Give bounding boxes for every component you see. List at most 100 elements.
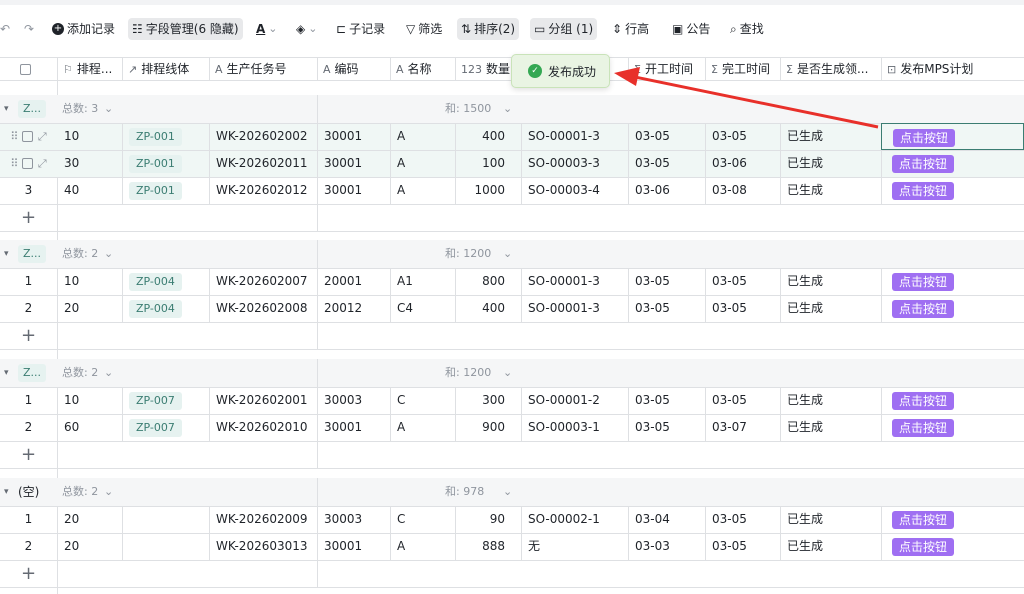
- cell-name: A: [397, 539, 406, 553]
- group-toggle[interactable]: ▾: [4, 364, 9, 382]
- chevron-down-icon: ⌄: [308, 22, 318, 35]
- publish-mps-button[interactable]: 点击按钮: [892, 299, 955, 318]
- row-checkbox[interactable]: [21, 158, 33, 169]
- column-header[interactable]: A 生产任务号: [209, 58, 317, 80]
- cell-btn[interactable]: 点击按钮: [881, 387, 1024, 414]
- success-toast: ✓ 发布成功: [511, 54, 610, 88]
- check-circle-icon: ✓: [528, 64, 542, 78]
- search-button[interactable]: ⌕ 查找: [726, 18, 768, 40]
- field-manage-button[interactable]: ☷ 字段管理(6 隐藏): [128, 18, 243, 40]
- notice-button[interactable]: ▣ 公告: [668, 18, 714, 40]
- filter-label: 筛选: [418, 22, 443, 36]
- column-header[interactable]: Σ 开工时间: [628, 58, 705, 80]
- row-divider: [0, 231, 1024, 232]
- add-row-button[interactable]: +: [0, 441, 57, 468]
- filter-button[interactable]: ▽ 筛选: [402, 18, 446, 40]
- line-tag: ZP-007: [129, 391, 182, 410]
- chevron-down-icon[interactable]: ⌄: [503, 100, 512, 118]
- cell-gen: 已生成: [787, 420, 824, 434]
- chevron-down-icon[interactable]: ⌄: [104, 245, 113, 263]
- cell-name: A: [397, 156, 406, 170]
- text-color-button[interactable]: A ⌄: [252, 18, 282, 40]
- row-checkbox[interactable]: [21, 131, 33, 142]
- cell-start: 03-05: [635, 393, 670, 407]
- column-divider: [317, 204, 318, 231]
- group-button[interactable]: ▭ 分组 (1): [530, 18, 598, 40]
- cell-qty: 888: [482, 539, 505, 553]
- column-header[interactable]: ⊡ 发布MPS计划: [881, 58, 1024, 80]
- cell-btn[interactable]: 点击按钮: [881, 123, 1024, 150]
- cell-qty: 400: [482, 129, 505, 143]
- column-header[interactable]: Σ 完工时间: [705, 58, 780, 80]
- cell-btn[interactable]: 点击按钮: [881, 506, 1024, 533]
- chevron-down-icon[interactable]: ⌄: [503, 483, 512, 501]
- publish-mps-button[interactable]: 点击按钮: [893, 128, 956, 147]
- chevron-down-icon[interactable]: ⌄: [104, 364, 113, 382]
- cell-qty: 90: [489, 512, 505, 526]
- cell-code: 30003: [324, 512, 363, 526]
- column-header-label: 编码: [334, 62, 359, 76]
- group-name-tag: Z...: [18, 245, 47, 263]
- sort-button[interactable]: ⇅ 排序(2): [457, 18, 520, 40]
- group-header[interactable]: ▾ Z... 总数: 2 ⌄ 和: 1200 ⌄: [0, 240, 1024, 268]
- redo-icon[interactable]: ↷: [20, 18, 38, 40]
- chevron-down-icon[interactable]: ⌄: [104, 483, 113, 501]
- cell-btn[interactable]: 点击按钮: [881, 295, 1024, 322]
- cell-gen: 已生成: [787, 393, 824, 407]
- publish-mps-button[interactable]: 点击按钮: [892, 510, 955, 529]
- cell-code: 30001: [324, 129, 363, 143]
- cell-btn[interactable]: 点击按钮: [881, 177, 1024, 204]
- column-type-icon: A: [396, 63, 404, 76]
- chevron-down-icon[interactable]: ⌄: [503, 364, 512, 382]
- group-header[interactable]: ▾ Z... 总数: 2 ⌄ 和: 1200 ⌄: [0, 359, 1024, 387]
- column-header-label: 生产任务号: [226, 62, 287, 76]
- row-divider: [0, 441, 1024, 442]
- column-header-label: 是否生成领...: [796, 62, 869, 76]
- group-header[interactable]: ▾ Z... 总数: 3 ⌄ 和: 1500 ⌄: [0, 95, 1024, 123]
- row-height-button[interactable]: ⇕ 行高: [608, 18, 653, 40]
- cell-so: SO-00001-3: [528, 129, 600, 143]
- publish-mps-button[interactable]: 点击按钮: [892, 391, 955, 410]
- cell-end: 03-05: [712, 301, 747, 315]
- cell-qty: 400: [482, 301, 505, 315]
- undo-icon[interactable]: ↶: [0, 18, 14, 40]
- select-all-checkbox[interactable]: [0, 58, 57, 80]
- publish-mps-button[interactable]: 点击按钮: [892, 537, 955, 556]
- cell-name: C4: [397, 301, 414, 315]
- add-row-button[interactable]: +: [0, 560, 57, 587]
- column-header[interactable]: ↗ 排程线体: [122, 58, 209, 80]
- publish-mps-button[interactable]: 点击按钮: [892, 154, 955, 173]
- column-header[interactable]: A 编码: [317, 58, 390, 80]
- group-toggle[interactable]: ▾: [4, 483, 9, 501]
- cell-btn[interactable]: 点击按钮: [881, 268, 1024, 295]
- publish-mps-button[interactable]: 点击按钮: [892, 181, 955, 200]
- column-header[interactable]: A 名称: [390, 58, 455, 80]
- cell-btn[interactable]: 点击按钮: [881, 150, 1024, 177]
- expand-icon[interactable]: ⤢: [38, 157, 47, 170]
- add-row-button[interactable]: +: [0, 204, 57, 231]
- toolbar: ↶ ↷ + 添加记录 ☷ 字段管理(6 隐藏) A ⌄ ◈ ⌄ ⊏ 子记录 ▽ …: [0, 0, 1024, 58]
- add-row-button[interactable]: +: [0, 322, 57, 349]
- column-header[interactable]: ⚐ 排程...: [57, 58, 122, 80]
- cell-prio: 10: [64, 274, 80, 288]
- group-header[interactable]: ▾ (空) 总数: 2 ⌄ 和: 978 ⌄: [0, 478, 1024, 506]
- chevron-down-icon[interactable]: ⌄: [503, 245, 512, 263]
- drag-handle-icon[interactable]: ⠿: [10, 130, 22, 143]
- drag-handle-icon[interactable]: ⠿: [10, 157, 22, 170]
- publish-mps-button[interactable]: 点击按钮: [892, 418, 955, 437]
- fill-color-button[interactable]: ◈ ⌄: [292, 18, 321, 40]
- sub-record-button[interactable]: ⊏ 子记录: [332, 18, 389, 40]
- chevron-down-icon[interactable]: ⌄: [104, 100, 113, 118]
- cell-btn[interactable]: 点击按钮: [881, 533, 1024, 560]
- expand-icon[interactable]: ⤢: [38, 130, 47, 143]
- column-type-icon: Σ: [634, 63, 641, 76]
- column-divider: [390, 58, 391, 80]
- group-name-tag: Z...: [18, 100, 47, 118]
- row-divider: [0, 468, 1024, 469]
- cell-btn[interactable]: 点击按钮: [881, 414, 1024, 441]
- publish-mps-button[interactable]: 点击按钮: [892, 272, 955, 291]
- column-header[interactable]: Σ 是否生成领...: [780, 58, 881, 80]
- group-toggle[interactable]: ▾: [4, 245, 9, 263]
- group-toggle[interactable]: ▾: [4, 100, 9, 118]
- add-record-button[interactable]: + 添加记录: [48, 18, 119, 40]
